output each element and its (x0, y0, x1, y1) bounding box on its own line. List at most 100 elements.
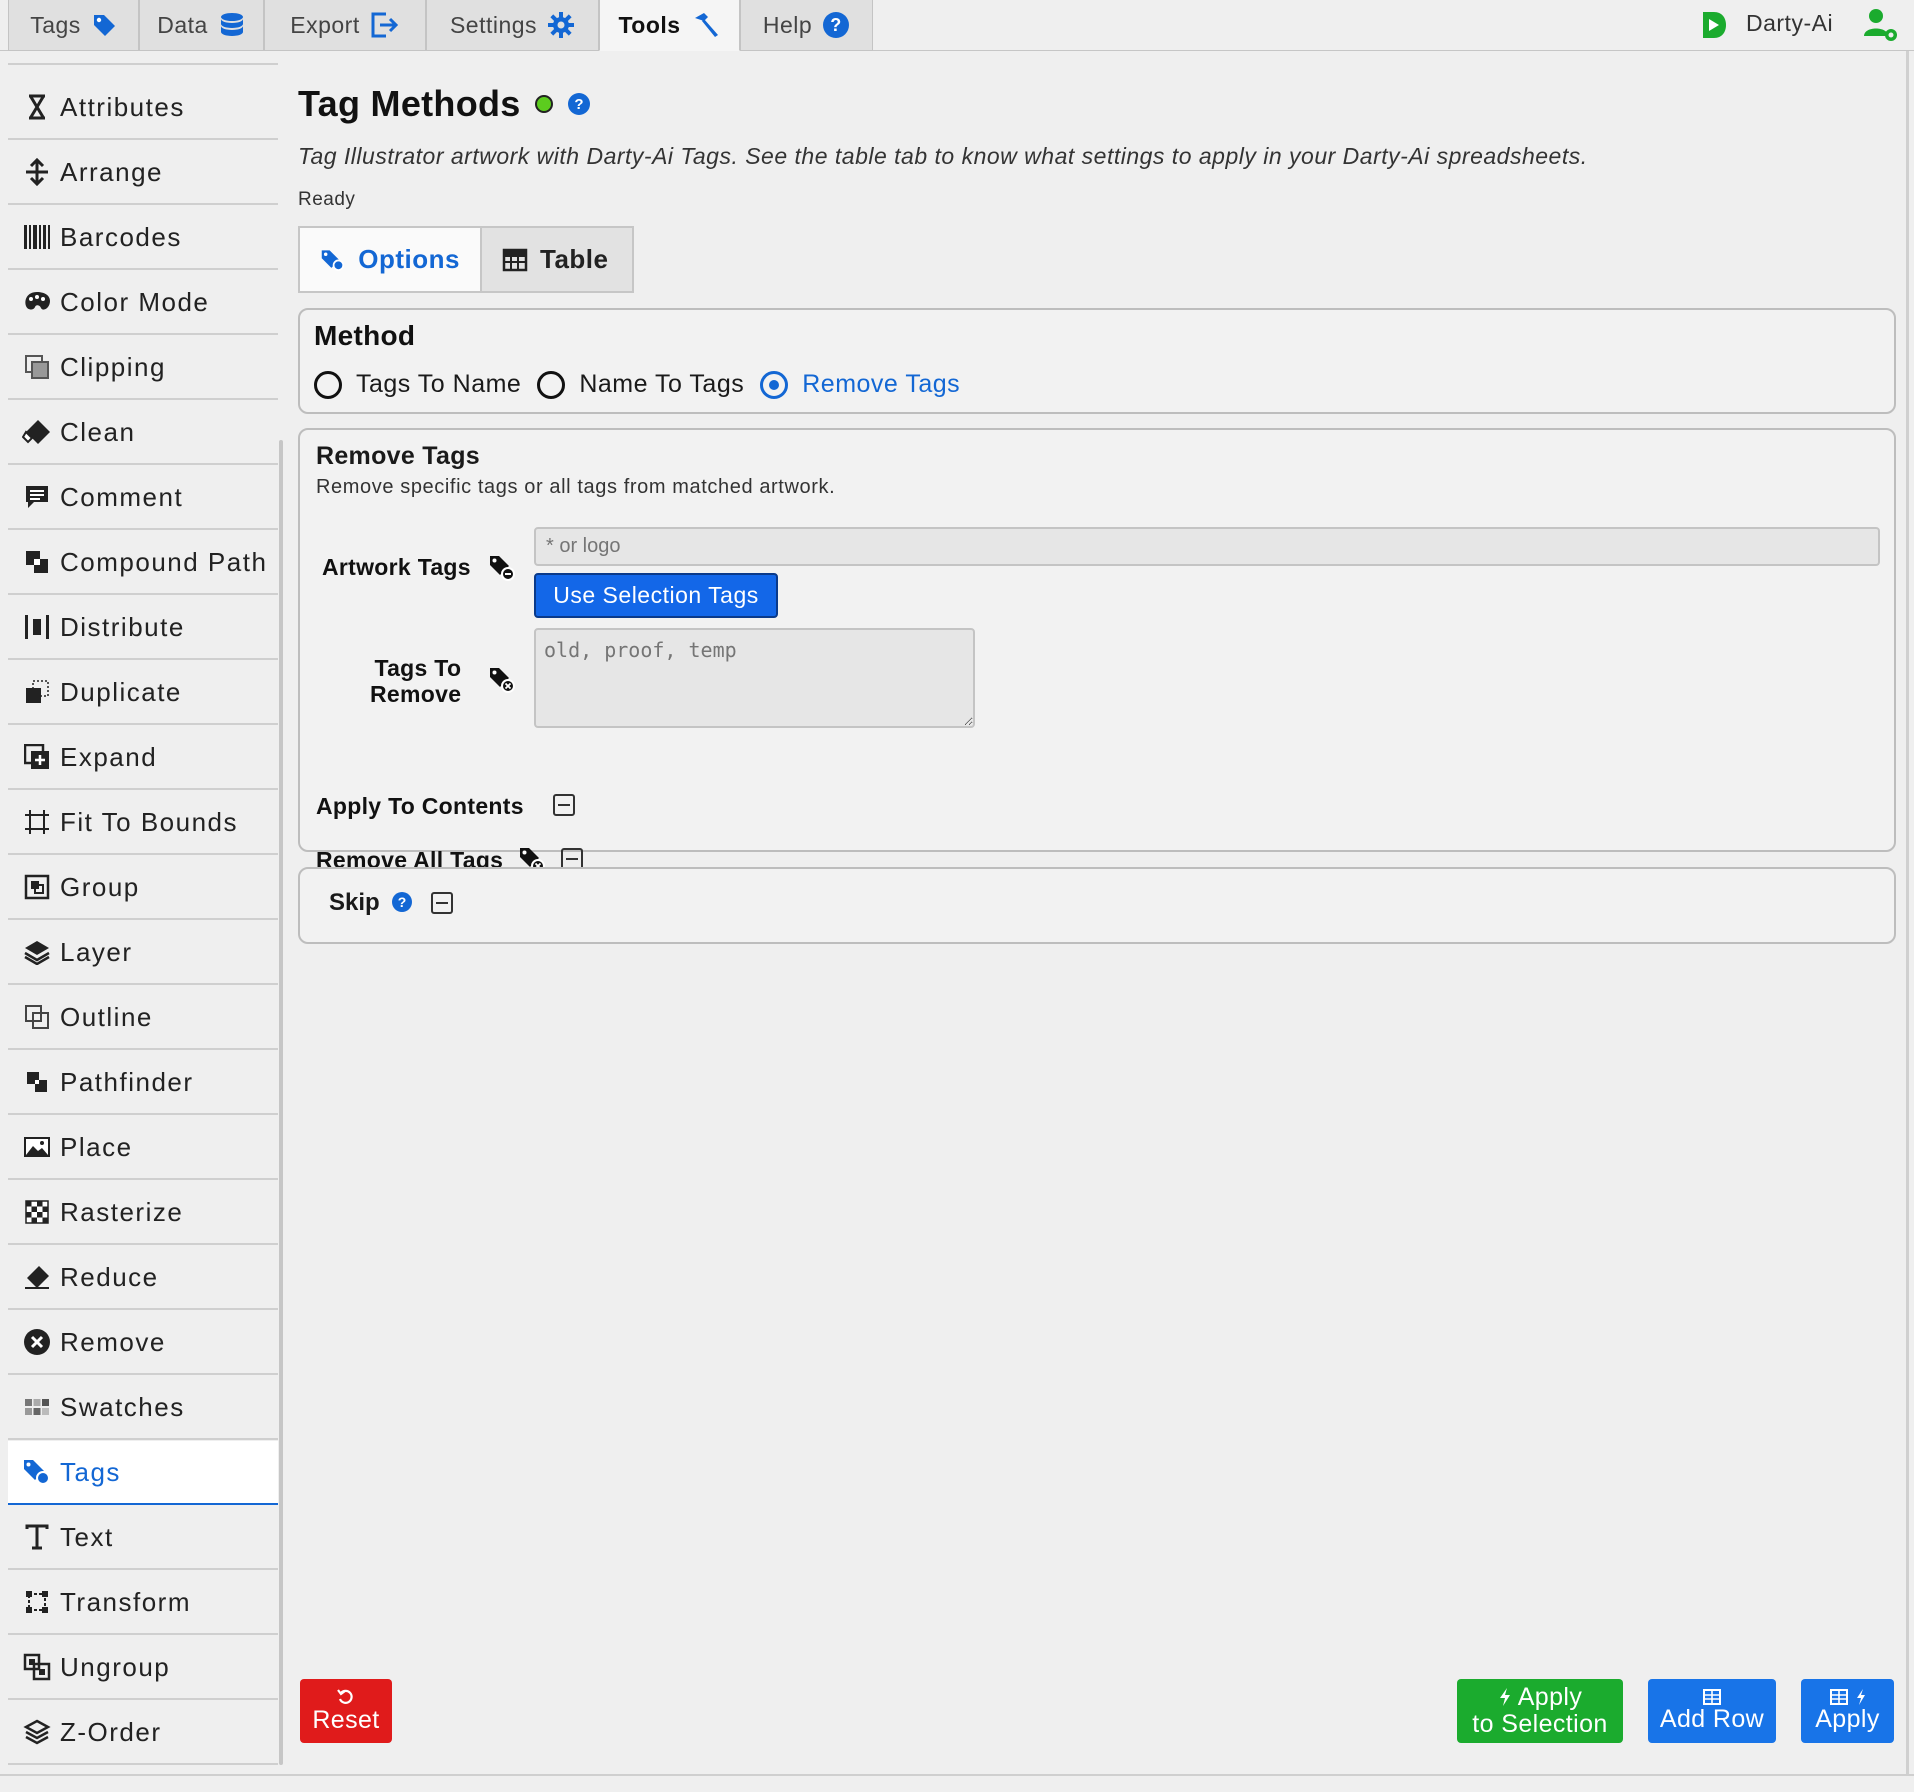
bottom-divider (0, 1774, 1914, 1776)
tags-icon (22, 1457, 52, 1487)
brand-name: Darty-Ai (1746, 10, 1834, 36)
expand-icon (22, 742, 52, 772)
radio-label-remove-tags[interactable]: Remove Tags (802, 370, 960, 399)
svg-text:?: ? (830, 15, 842, 35)
sidebar-item-label: Pathfinder (60, 1066, 194, 1097)
ungroup-icon (22, 1652, 52, 1682)
transform-icon (22, 1587, 52, 1617)
sidebar-item-expand[interactable]: Expand (8, 726, 278, 790)
sidebar-item-label: Attributes (60, 91, 185, 122)
sidebar-item-text[interactable]: Text (8, 1506, 278, 1570)
sidebar-item-distribute[interactable]: Distribute (8, 596, 278, 660)
tab-table[interactable]: Table (482, 228, 632, 291)
top-tab-bar: Tags Data Export Settings Tools Help ? D… (0, 0, 1914, 51)
sidebar-item-reduce[interactable]: Reduce (8, 1246, 278, 1310)
sidebar-item-label: Duplicate (60, 676, 182, 707)
tab-tools[interactable]: Tools (599, 0, 740, 51)
clipping-icon (22, 352, 52, 382)
page-title: Tag Methods (298, 83, 521, 124)
sidebar-item-barcodes[interactable]: Barcodes (8, 206, 278, 270)
sidebar-item-compound-path[interactable]: Compound Path (8, 531, 278, 595)
tab-data[interactable]: Data (139, 0, 264, 51)
sidebar-item-fit-to-bounds[interactable]: Fit To Bounds (8, 791, 278, 855)
z-order-icon (22, 1717, 52, 1747)
radio-remove-tags[interactable] (760, 370, 789, 399)
sidebar-item-rasterize[interactable]: Rasterize (8, 1181, 278, 1245)
user-settings-icon[interactable] (1862, 6, 1900, 44)
sidebar-item-label: Distribute (60, 611, 185, 642)
sidebar-item-swatches[interactable]: Swatches (8, 1376, 278, 1440)
sidebar-item-label: Layer (60, 936, 133, 967)
pathfinder-icon (22, 1067, 52, 1097)
main-scrollbar[interactable] (1906, 51, 1909, 1774)
use-selection-tags-button[interactable]: Use Selection Tags (534, 573, 778, 618)
sidebar-item-duplicate[interactable]: Duplicate (8, 661, 278, 725)
skip-label: Skip (329, 889, 380, 916)
help-icon[interactable]: ? (391, 891, 413, 913)
tab-tags[interactable]: Tags (8, 0, 139, 51)
add-row-button[interactable]: Add Row (1648, 1679, 1776, 1743)
apply-to-contents-checkbox[interactable] (553, 794, 575, 816)
tag-edit-icon (490, 556, 515, 581)
radio-label-name-to-tags[interactable]: Name To Tags (579, 370, 744, 399)
reset-button[interactable]: Reset (300, 1679, 392, 1743)
tags-to-remove-textarea[interactable] (534, 628, 975, 728)
sidebar-item-label: Reduce (60, 1261, 159, 1292)
method-panel: Method Tags To Name Name To Tags Remove … (298, 308, 1896, 414)
sidebar-partial-item (8, 51, 278, 65)
sidebar-item-layer[interactable]: Layer (8, 921, 278, 985)
apply-to-selection-button[interactable]: Apply to Selection (1457, 1679, 1623, 1743)
sidebar-item-place[interactable]: Place (8, 1116, 278, 1180)
sidebar-item-label: Color Mode (60, 286, 210, 317)
add-row-label: Add Row (1659, 1705, 1765, 1734)
sidebar-item-arrange[interactable]: Arrange (8, 141, 278, 205)
sidebar-item-clipping[interactable]: Clipping (8, 336, 278, 400)
sidebar-item-z-order[interactable]: Z-Order (8, 1701, 278, 1765)
tab-help[interactable]: Help ? (740, 0, 873, 51)
sidebar-item-attributes[interactable]: Attributes (8, 76, 278, 140)
hammer-icon (694, 13, 718, 37)
sidebar-item-label: Arrange (60, 156, 163, 187)
sidebar-item-label: Ungroup (60, 1651, 171, 1682)
artwork-tags-input[interactable] (534, 527, 1880, 566)
sidebar-item-label: Expand (60, 741, 158, 772)
sidebar-item-group[interactable]: Group (8, 856, 278, 920)
tools-sidebar: Attributes Arrange Barcodes Color Mode C… (8, 51, 278, 1765)
sidebar-item-transform[interactable]: Transform (8, 1571, 278, 1635)
subtab-bar: Options Table (298, 226, 634, 293)
tab-export[interactable]: Export (264, 0, 426, 51)
sidebar-item-comment[interactable]: Comment (8, 466, 278, 530)
sidebar-item-label: Swatches (60, 1391, 185, 1422)
apply-to-contents-label: Apply To Contents (316, 793, 524, 819)
radio-label-tags-to-name[interactable]: Tags To Name (356, 370, 521, 399)
sidebar-scrollbar[interactable] (279, 440, 283, 1765)
sidebar-item-label: Z-Order (60, 1716, 162, 1747)
skip-checkbox[interactable] (431, 892, 453, 914)
reset-label: Reset (312, 1706, 380, 1735)
remove-tags-panel: Remove Tags Remove specific tags or all … (298, 428, 1896, 873)
barcode-icon (22, 222, 52, 252)
apply-button[interactable]: Apply (1801, 1679, 1894, 1743)
artwork-tags-label: Artwork Tags (322, 554, 471, 580)
sidebar-item-pathfinder[interactable]: Pathfinder (8, 1051, 278, 1115)
sidebar-item-clean[interactable]: Clean (8, 401, 278, 465)
sidebar-item-label: Transform (60, 1586, 191, 1617)
sidebar-item-label: Remove (60, 1326, 166, 1357)
help-icon[interactable]: ? (567, 92, 591, 116)
export-icon (371, 12, 398, 38)
outline-icon (22, 1002, 52, 1032)
sidebar-item-color-mode[interactable]: Color Mode (8, 271, 278, 335)
tab-table-label: Table (540, 244, 609, 274)
svg-text:?: ? (398, 894, 407, 910)
radio-name-to-tags[interactable] (537, 370, 566, 399)
sidebar-item-ungroup[interactable]: Ungroup (8, 1636, 278, 1700)
radio-tags-to-name[interactable] (314, 370, 342, 399)
tab-options[interactable]: Options (300, 228, 482, 291)
sidebar-item-outline[interactable]: Outline (8, 986, 278, 1050)
tags-icon (321, 249, 345, 271)
svg-text:?: ? (574, 96, 583, 113)
tab-settings[interactable]: Settings (426, 0, 599, 51)
fit-bounds-icon (22, 807, 52, 837)
sidebar-item-tags[interactable]: Tags (8, 1441, 278, 1505)
sidebar-item-remove[interactable]: Remove (8, 1311, 278, 1375)
